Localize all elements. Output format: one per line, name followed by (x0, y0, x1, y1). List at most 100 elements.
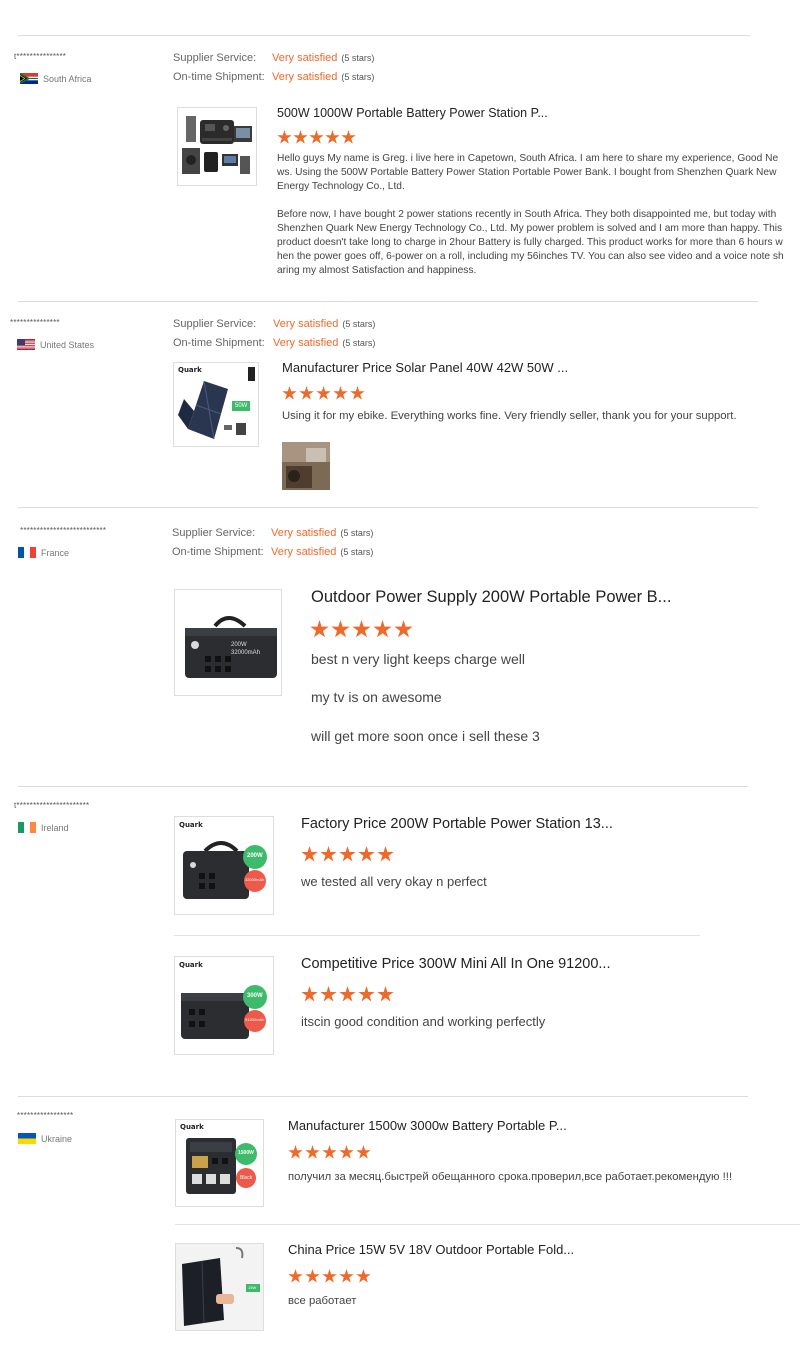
reviewer-name: *************** (10, 318, 60, 327)
product-title[interactable]: 500W 1000W Portable Battery Power Statio… (277, 106, 548, 120)
star-icon (288, 1269, 303, 1283)
stars-count: (5 stars) (341, 72, 375, 82)
ontime-shipment-row: On-time Shipment: Very satisfied (5 stars) (172, 546, 373, 558)
star-icon (301, 986, 318, 1002)
rating-stars (301, 846, 394, 863)
reviewer-name: ***************** (17, 1111, 74, 1120)
stars-count: (5 stars) (340, 528, 374, 538)
ukraine-flag-icon (18, 1133, 36, 1144)
star-icon (356, 1269, 371, 1283)
star-icon (277, 130, 292, 144)
product-title[interactable]: Manufacturer 1500w 3000w Battery Portabl… (288, 1118, 567, 1133)
south-africa-flag-icon (20, 73, 38, 84)
product-thumbnail[interactable]: 200W 32000mAh (174, 589, 282, 696)
divider (18, 507, 758, 508)
star-icon (310, 620, 329, 638)
star-icon (394, 620, 413, 638)
star-icon (333, 386, 348, 400)
product-title[interactable]: China Price 15W 5V 18V Outdoor Portable … (288, 1242, 574, 1257)
stars-count: (5 stars) (342, 338, 376, 348)
reviewer-country: United States (17, 339, 94, 350)
color-badge: Black (240, 1175, 253, 1181)
supplier-service-label: Supplier Service: (172, 527, 256, 539)
star-icon (358, 986, 375, 1002)
reviewer-country: Ukraine (18, 1133, 72, 1144)
supplier-service-row: Supplier Service: Very satisfied (5 stars) (173, 52, 374, 64)
product-title[interactable]: Manufacturer Price Solar Panel 40W 42W 5… (282, 360, 568, 375)
star-icon (309, 130, 324, 144)
rating-stars (288, 1269, 371, 1284)
wattage-badge: 300W (247, 993, 263, 999)
star-icon (339, 1145, 354, 1159)
rating-stars (282, 386, 365, 401)
france-flag-icon (18, 547, 36, 558)
review-text: itscin good condition and working perfec… (301, 1014, 546, 1029)
review-text: Hello guys My name is Greg. i live here … (277, 153, 779, 192)
supplier-service-label: Supplier Service: (173, 52, 257, 64)
review-text: my tv is on awesome (311, 689, 442, 705)
review-text: we tested all very okay n perfect (301, 874, 487, 889)
wattage-badge: 50W (232, 401, 251, 411)
reviewer-name: t*************** (14, 52, 67, 61)
star-icon (316, 386, 331, 400)
rating-stars (301, 986, 394, 1003)
star-icon (350, 386, 365, 400)
device-label: 200W (231, 642, 247, 648)
star-icon (288, 1145, 303, 1159)
star-icon (293, 130, 308, 144)
star-icon (356, 1145, 371, 1159)
review-text: will get more soon once i sell these 3 (311, 728, 540, 744)
rating-stars (310, 620, 413, 639)
product-thumbnail[interactable]: 15W (175, 1243, 264, 1331)
review-photo[interactable] (282, 442, 330, 490)
product-thumbnail[interactable]: Quark 50W (173, 362, 259, 447)
star-icon (339, 846, 356, 862)
divider (18, 35, 750, 36)
product-thumbnail[interactable]: Quark 200W 32000mAh (174, 816, 274, 915)
rating-stars (277, 130, 356, 145)
star-icon (377, 846, 394, 862)
ontime-shipment-value: Very satisfied (271, 546, 337, 558)
star-icon (377, 986, 394, 1002)
power-station-image (186, 1138, 257, 1194)
reviewer-country: France (18, 547, 69, 558)
power-station-image (185, 616, 277, 678)
ontime-shipment-label: On-time Shipment: (173, 71, 265, 83)
reviewer-country: Ireland (18, 822, 69, 833)
ontime-shipment-value: Very satisfied (272, 71, 338, 83)
stars-count: (5 stars) (341, 53, 375, 63)
star-icon (320, 986, 337, 1002)
review-text: best n very light keeps charge well (311, 651, 525, 667)
star-icon (339, 986, 356, 1002)
star-icon (305, 1145, 320, 1159)
star-icon (320, 846, 337, 862)
product-title[interactable]: Factory Price 200W Portable Power Statio… (301, 816, 613, 832)
supplier-service-row: Supplier Service: Very satisfied (5 stars) (172, 527, 373, 539)
product-title[interactable]: Competitive Price 300W Mini All In One 9… (301, 956, 610, 972)
star-icon (341, 130, 356, 144)
star-icon (352, 620, 371, 638)
product-thumbnail[interactable] (177, 107, 257, 186)
supplier-service-value: Very satisfied (273, 318, 339, 330)
ontime-shipment-label: On-time Shipment: (172, 546, 264, 558)
divider (175, 1224, 800, 1225)
supplier-service-value: Very satisfied (272, 52, 338, 64)
product-title[interactable]: Outdoor Power Supply 200W Portable Power… (311, 588, 671, 607)
product-thumbnail[interactable]: Quark 300W 91200mAh (174, 956, 274, 1055)
star-icon (373, 620, 392, 638)
divider (18, 786, 748, 787)
capacity-badge: 91200mAh (245, 1017, 265, 1022)
power-station-image (181, 985, 267, 1039)
product-thumbnail[interactable]: Quark 1500W Black (175, 1119, 264, 1207)
review-text: Using it for my ebike. Everything works … (282, 410, 737, 422)
wattage-badge: 200W (247, 853, 263, 859)
star-icon (339, 1269, 354, 1283)
ontime-shipment-label: On-time Shipment: (173, 337, 265, 349)
supplier-service-label: Supplier Service: (173, 318, 257, 330)
supplier-service-row: Supplier Service: Very satisfied (5 stars) (173, 318, 375, 330)
country-label: United States (40, 339, 95, 350)
ontime-shipment-value: Very satisfied (273, 337, 339, 349)
review-text: получил за месяц.быстрей обещанного срок… (288, 1171, 733, 1183)
device-label: 32000mAh (231, 650, 261, 656)
review-text: все работает (288, 1295, 357, 1307)
